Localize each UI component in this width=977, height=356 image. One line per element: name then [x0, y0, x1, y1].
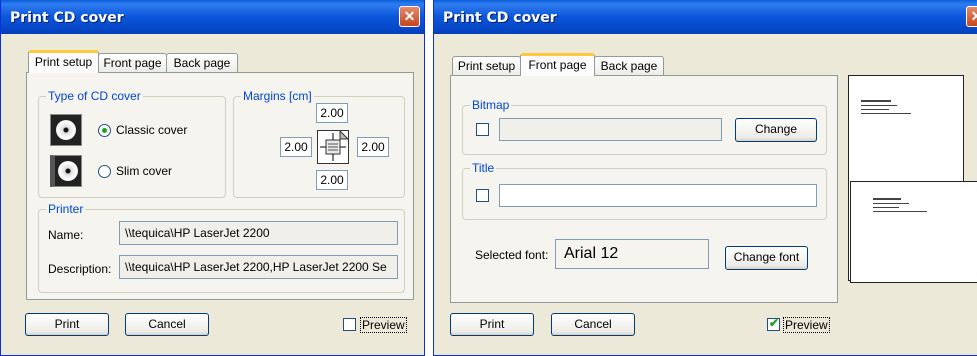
tab-label: Back page [600, 59, 658, 73]
preview-checkbox[interactable] [343, 318, 356, 331]
tab-label: Front page [528, 58, 587, 72]
tab-panel-front-page: Bitmap Change Title Selected font: Arial… [450, 75, 838, 303]
group-legend: Title [470, 161, 497, 175]
close-icon[interactable]: ✕ [966, 6, 977, 27]
bitmap-checkbox[interactable] [476, 123, 489, 136]
printer-group: Printer Name: \\tequica\HP LaserJet 2200… [38, 202, 405, 293]
title-bar[interactable]: Print CD cover ✕ [1, 0, 424, 34]
change-bitmap-button[interactable]: Change [735, 118, 817, 142]
tab-print-setup[interactable]: Print setup [452, 56, 521, 76]
tab-panel-print-setup: Type of CD cover Classic cover Slim cove… [26, 72, 414, 300]
tab-label: Print setup [34, 55, 93, 69]
printer-name-label: Name: [48, 228, 84, 242]
cd-slim-icon [50, 155, 82, 187]
preview-checkbox[interactable]: ✔ [767, 316, 780, 331]
tab-label: Back page [173, 56, 231, 70]
bitmap-path-field[interactable] [499, 118, 722, 141]
preview-label: Preview [783, 317, 830, 333]
group-legend: Type of CD cover [46, 89, 143, 103]
tab-back-page[interactable]: Back page [594, 56, 664, 76]
printer-description-label: Description: [48, 262, 112, 276]
title-group: Title [462, 161, 827, 220]
margin-right-input[interactable]: 2.00 [357, 137, 389, 157]
print-button[interactable]: Print [450, 313, 534, 336]
checkmark-icon: ✔ [769, 316, 780, 330]
title-bar[interactable]: Print CD cover ✕ [434, 0, 977, 34]
classic-cover-label: Classic cover [116, 123, 188, 137]
slim-cover-label: Slim cover [116, 164, 173, 178]
tab-back-page[interactable]: Back page [166, 53, 238, 73]
preview-page-back [850, 181, 977, 283]
print-cd-cover-dialog-2: Print CD cover ✕ Print setup Front page … [433, 0, 977, 356]
close-icon[interactable]: ✕ [399, 6, 420, 27]
page-margins-icon [317, 129, 350, 164]
tab-front-page[interactable]: Front page [520, 53, 595, 76]
title-input[interactable] [499, 184, 817, 207]
printer-name-field: \\tequica\HP LaserJet 2200 [119, 221, 398, 245]
group-legend: Margins [cm] [241, 89, 314, 103]
cancel-button[interactable]: Cancel [125, 313, 209, 336]
bitmap-group: Bitmap Change [462, 98, 827, 155]
margin-top-input[interactable]: 2.00 [316, 103, 348, 123]
printer-description-field: \\tequica\HP LaserJet 2200,HP LaserJet 2… [119, 255, 398, 279]
tab-front-page[interactable]: Front page [98, 53, 167, 73]
selected-font-label: Selected font: [475, 248, 549, 262]
window-title: Print CD cover [10, 10, 124, 26]
tab-print-setup[interactable]: Print setup [28, 50, 99, 73]
cancel-button[interactable]: Cancel [551, 313, 635, 336]
margin-left-input[interactable]: 2.00 [280, 137, 312, 157]
print-button[interactable]: Print [25, 313, 109, 336]
margin-bottom-input[interactable]: 2.00 [316, 170, 348, 190]
margins-group: Margins [cm] 2.00 2.00 2.00 2.00 [233, 89, 405, 198]
classic-cover-radio[interactable] [98, 124, 111, 137]
group-legend: Printer [46, 202, 86, 216]
selected-font-display: Arial 12 [555, 239, 709, 269]
group-legend: Bitmap [470, 98, 512, 112]
print-cd-cover-dialog-1: Print CD cover ✕ Print setup Front page … [0, 0, 425, 356]
type-of-cd-cover-group: Type of CD cover Classic cover Slim cove… [38, 89, 226, 198]
preview-label: Preview [360, 317, 407, 333]
slim-cover-radio[interactable] [98, 165, 111, 178]
title-checkbox[interactable] [476, 189, 489, 202]
cd-classic-icon [50, 114, 82, 146]
window-title: Print CD cover [443, 10, 557, 26]
tab-label: Print setup [457, 59, 516, 73]
tab-label: Front page [103, 56, 162, 70]
change-font-button[interactable]: Change font [725, 246, 808, 270]
